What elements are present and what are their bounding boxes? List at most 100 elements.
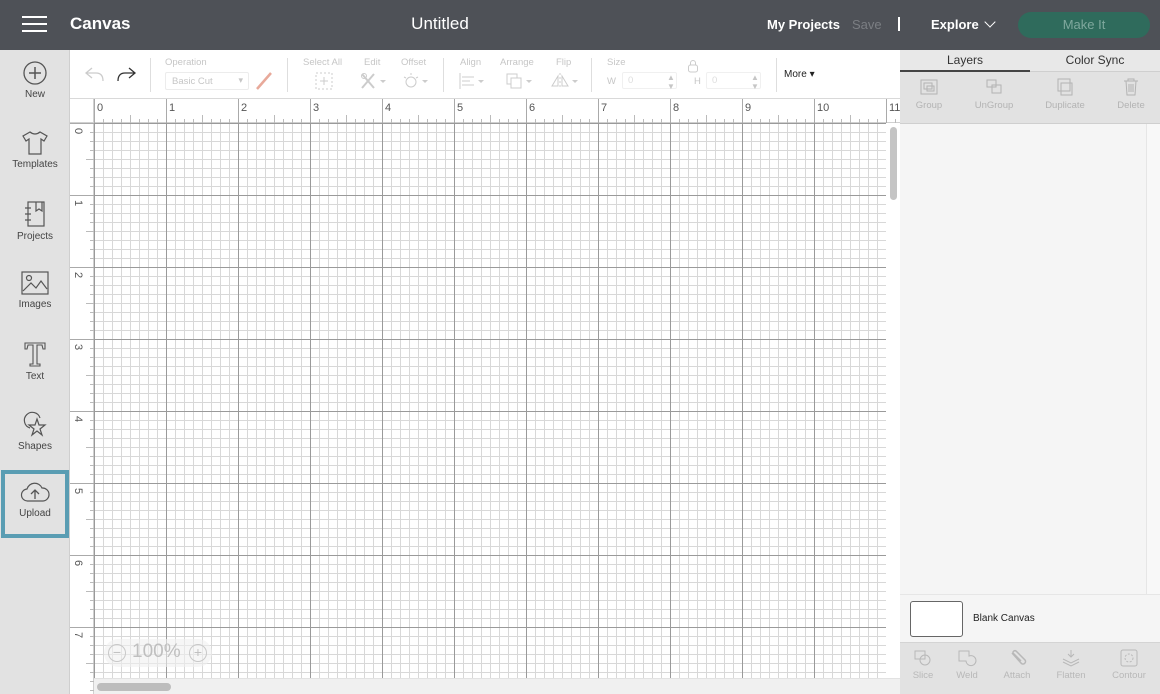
ruler-minor-tick xyxy=(90,618,94,619)
blank-canvas-layer[interactable]: Blank Canvas xyxy=(900,594,1160,642)
arrange-icon[interactable] xyxy=(506,72,534,90)
sidebar-item-shapes[interactable]: Shapes xyxy=(0,400,70,470)
ruler-minor-tick xyxy=(90,312,94,313)
width-stepper-icon[interactable]: ▲ ▼ xyxy=(667,73,675,91)
attach-button[interactable]: Attach xyxy=(1001,649,1033,681)
ruler-minor-tick xyxy=(580,119,581,123)
sidebar-item-templates[interactable]: Templates xyxy=(0,120,70,190)
sidebar-item-projects[interactable]: Projects xyxy=(0,190,70,260)
ruler-minor-tick xyxy=(202,115,203,123)
ruler-minor-tick xyxy=(90,357,94,358)
operation-select[interactable]: Basic Cut xyxy=(165,72,249,90)
edit-icon[interactable] xyxy=(360,72,388,90)
align-icon[interactable] xyxy=(458,72,486,90)
horizontal-scroll-thumb[interactable] xyxy=(97,683,171,691)
undo-icon[interactable] xyxy=(84,65,106,83)
ruler-minor-tick xyxy=(283,119,284,123)
ruler-x-label: 11 xyxy=(889,102,900,114)
group-button[interactable]: Group xyxy=(912,78,946,111)
lock-icon[interactable] xyxy=(687,59,699,73)
ruler-minor-tick xyxy=(90,456,94,457)
height-stepper-icon[interactable]: ▲ ▼ xyxy=(751,73,759,91)
blank-canvas-swatch[interactable] xyxy=(910,601,963,637)
more-button[interactable]: More ▾ xyxy=(784,69,815,80)
ruler-minor-tick xyxy=(841,119,842,123)
chevron-down-icon[interactable] xyxy=(984,16,996,28)
zoom-out-button[interactable]: − xyxy=(108,644,126,662)
ruler-minor-tick xyxy=(274,115,275,123)
ruler-minor-tick xyxy=(175,119,176,123)
flatten-label: Flatten xyxy=(1056,670,1086,681)
sidebar-item-text[interactable]: Text xyxy=(0,330,70,400)
ruler-major-tick xyxy=(70,483,94,484)
layer-list[interactable] xyxy=(900,124,1146,594)
ungroup-button[interactable]: UnGroup xyxy=(970,78,1018,111)
ruler-minor-tick xyxy=(90,222,94,223)
ruler-major-tick xyxy=(70,195,94,196)
layer-list-scrollbar[interactable] xyxy=(1146,124,1160,594)
ruler-minor-tick xyxy=(90,150,94,151)
ruler-minor-tick xyxy=(139,119,140,123)
ruler-minor-tick xyxy=(472,119,473,123)
ruler-minor-tick xyxy=(90,285,94,286)
ruler-minor-tick xyxy=(778,115,779,123)
menu-icon[interactable] xyxy=(22,16,47,34)
sidebar-item-new[interactable]: New xyxy=(0,50,70,120)
ruler-x-label: 4 xyxy=(385,102,392,114)
vertical-scroll-thumb[interactable] xyxy=(890,127,897,200)
select-all-icon[interactable] xyxy=(315,72,333,90)
ruler-minor-tick xyxy=(90,294,94,295)
horizontal-scrollbar[interactable] xyxy=(94,678,900,694)
ruler-minor-tick xyxy=(364,119,365,123)
paperclip-icon xyxy=(1011,649,1027,665)
ruler-minor-tick xyxy=(130,115,131,123)
document-title[interactable]: Untitled xyxy=(340,14,540,34)
ruler-y-label: 0 xyxy=(72,127,85,135)
cloud-upload-icon xyxy=(20,482,50,502)
ruler-x-label: 7 xyxy=(601,102,608,114)
ruler-x-label: 5 xyxy=(457,102,464,114)
ruler-y-label: 5 xyxy=(72,487,85,495)
weld-button[interactable]: Weld xyxy=(954,649,980,681)
layer-tools: Group UnGroup Duplicate Delete xyxy=(900,72,1160,124)
save-button[interactable]: Save xyxy=(852,17,882,32)
width-label: W xyxy=(607,76,616,87)
ruler-major-tick xyxy=(598,99,599,123)
ruler-minor-tick xyxy=(319,119,320,123)
zoom-in-button[interactable]: + xyxy=(189,644,207,662)
ruler-minor-tick xyxy=(688,119,689,123)
slice-button[interactable]: Slice xyxy=(910,649,936,681)
ruler-minor-tick xyxy=(877,119,878,123)
sidebar-label: Shapes xyxy=(18,441,52,452)
ruler-minor-tick xyxy=(86,159,94,160)
delete-label: Delete xyxy=(1117,100,1145,111)
notebook-icon xyxy=(25,201,45,227)
my-projects-link[interactable]: My Projects xyxy=(767,17,840,32)
duplicate-button[interactable]: Duplicate xyxy=(1042,78,1088,111)
sidebar-item-upload[interactable]: Upload xyxy=(1,470,69,538)
make-it-button[interactable]: Make It xyxy=(1018,12,1150,38)
ruler-y-label: 2 xyxy=(72,271,85,279)
pen-color-icon[interactable] xyxy=(255,71,273,91)
image-icon xyxy=(21,271,49,295)
plus-circle-icon xyxy=(23,61,47,85)
contour-button[interactable]: Contour xyxy=(1108,649,1150,681)
explore-menu[interactable]: Explore xyxy=(931,17,979,32)
flip-icon[interactable] xyxy=(550,72,580,90)
tab-layers[interactable]: Layers xyxy=(900,50,1030,72)
canvas-grid[interactable] xyxy=(94,123,886,678)
ruler-minor-tick xyxy=(373,119,374,123)
ruler-minor-tick xyxy=(90,249,94,250)
layers-panel: Layers Color Sync Group UnGroup Duplicat… xyxy=(900,50,1160,694)
design-canvas[interactable]: 0 1 2 3 4 5 6 7 8 9 10 11 0 1 2 3 4 5 6 7 − 100% + xyxy=(70,99,900,694)
vertical-scrollbar[interactable] xyxy=(886,123,900,678)
tab-color-sync[interactable]: Color Sync xyxy=(1030,50,1160,72)
height-label: H xyxy=(694,76,701,87)
ruler-minor-tick xyxy=(90,564,94,565)
redo-icon[interactable] xyxy=(115,65,137,83)
ruler-minor-tick xyxy=(90,528,94,529)
flatten-button[interactable]: Flatten xyxy=(1055,649,1087,681)
offset-icon[interactable] xyxy=(402,72,430,90)
sidebar-item-images[interactable]: Images xyxy=(0,260,70,330)
delete-button[interactable]: Delete xyxy=(1114,78,1148,111)
